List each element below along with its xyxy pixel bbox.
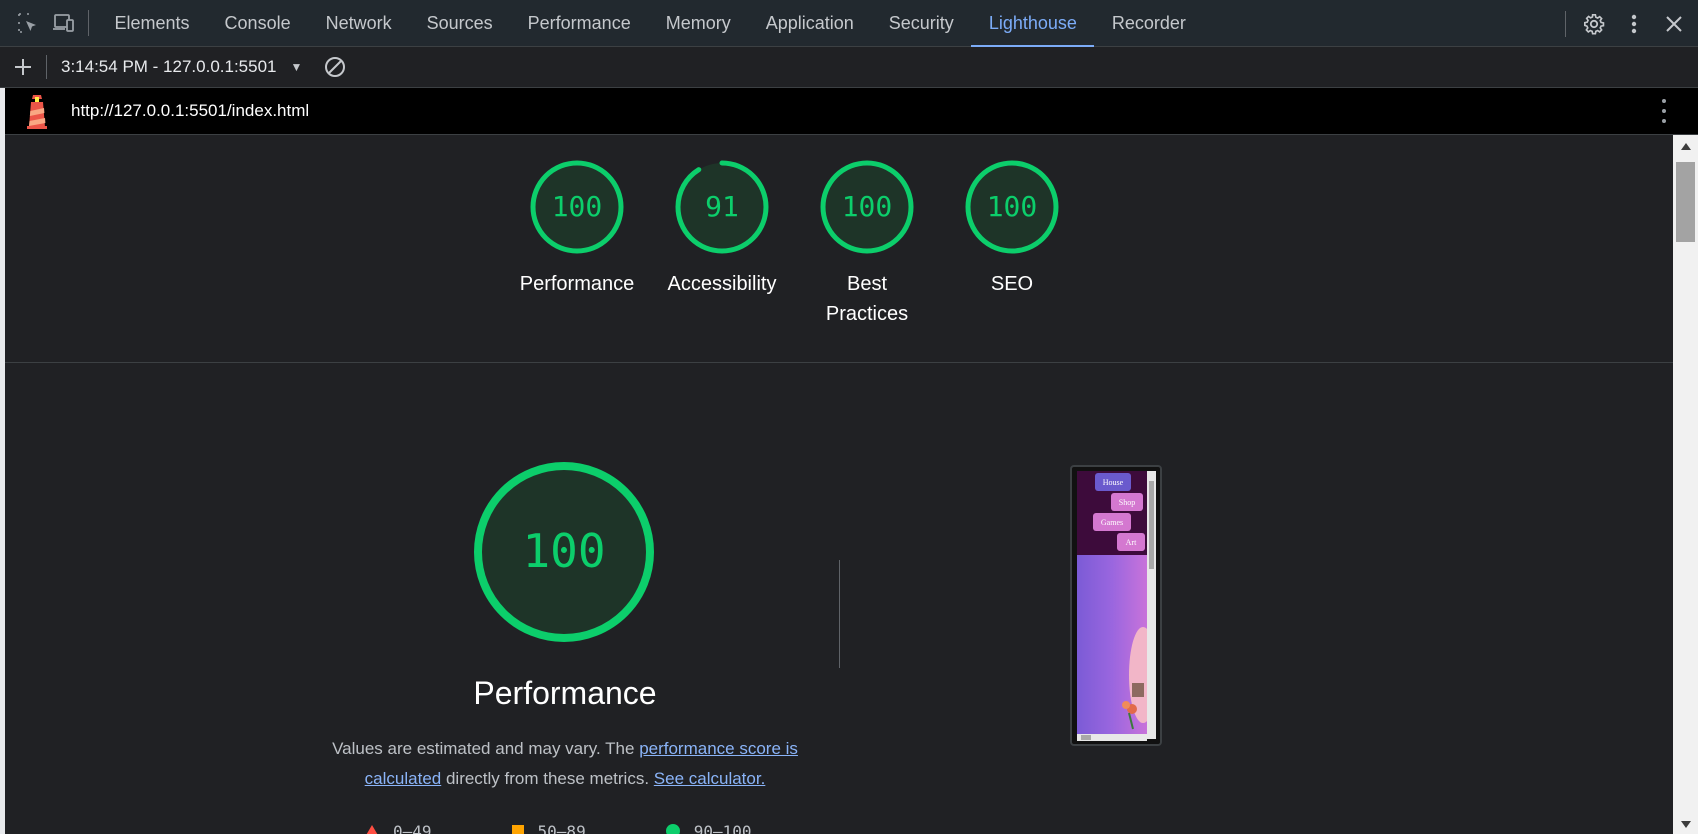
final-screenshot[interactable]: House Shop Games Art <box>1070 465 1162 746</box>
screenshot-nav-shop: Shop <box>1111 493 1143 511</box>
new-report-button[interactable] <box>0 47 46 88</box>
tab-recorder[interactable]: Recorder <box>1094 0 1203 47</box>
devtools-tabbar: Elements Console Network Sources Performance… <box>0 0 1698 47</box>
see-calculator-link[interactable]: See calculator. <box>654 769 766 788</box>
section-divider <box>5 362 1673 363</box>
tab-network[interactable]: Network <box>308 0 409 47</box>
performance-description: Values are estimated and may vary. The p… <box>315 734 815 794</box>
block-icon[interactable] <box>324 56 346 78</box>
gauge-ring: 91 <box>675 160 769 254</box>
tab-security[interactable]: Security <box>871 0 971 47</box>
tab-memory[interactable]: Memory <box>648 0 748 47</box>
screenshot-nav-art: Art <box>1117 533 1145 551</box>
report-url: http://127.0.0.1:5501/index.html <box>71 101 310 120</box>
gauge-score: 100 <box>552 190 603 223</box>
gear-icon[interactable] <box>1574 0 1614 47</box>
kebab-menu-icon[interactable] <box>1614 0 1654 47</box>
tab-elements[interactable]: Elements <box>97 0 207 47</box>
screenshot-viewport: House Shop Games Art <box>1077 471 1147 739</box>
score-legend: 0–49 50–89 90–100 <box>365 822 832 834</box>
desc-middle: directly from these metrics. <box>441 769 654 788</box>
device-toolbar-icon[interactable] <box>46 0 82 47</box>
performance-title: Performance <box>473 675 657 711</box>
gauge-score: 91 <box>705 190 739 223</box>
gauge-performance[interactable]: 100 Performance <box>517 159 637 299</box>
performance-score-gauge[interactable]: 100 <box>472 460 656 644</box>
scroll-down-arrow[interactable] <box>1681 821 1691 828</box>
caret-down-icon: ▼ <box>290 60 303 74</box>
scroll-thumb[interactable] <box>1676 162 1695 242</box>
toolbar-divider <box>46 55 47 79</box>
toolbar-divider <box>88 10 89 36</box>
report-scrollbar[interactable] <box>1673 135 1698 834</box>
screenshot-hero <box>1077 555 1147 739</box>
tab-sources[interactable]: Sources <box>409 0 510 47</box>
screenshot-nav-games: Games <box>1093 513 1131 531</box>
gauge-label: Best Practices <box>825 273 909 325</box>
report-selector[interactable]: 3:14:54 PM - 127.0.0.1:5501 ▼ <box>61 57 302 77</box>
tab-console[interactable]: Console <box>207 0 308 47</box>
gauge-ring: 100 <box>965 160 1059 254</box>
report-content: 100 Performance 91 Accessibility 100 Best Pra… <box>5 135 1673 834</box>
gauge-label: Performance <box>519 273 635 295</box>
fail-triangle-icon <box>366 825 378 834</box>
gauge-ring: 100 <box>820 160 914 254</box>
legend-range: 90–100 <box>693 821 752 834</box>
hero-illustration <box>1122 627 1147 730</box>
legend-range: 0–49 <box>393 821 432 834</box>
tab-application[interactable]: Application <box>748 0 871 47</box>
tab-performance[interactable]: Performance <box>510 0 648 47</box>
close-icon[interactable] <box>1654 0 1694 47</box>
desc-prefix: Values are estimated and may vary. The <box>332 739 640 758</box>
panel-tabs: Elements Console Network Sources Performance… <box>97 0 1203 47</box>
report-url-bar: http://127.0.0.1:5501/index.html <box>5 88 1698 135</box>
gauge-score: 100 <box>842 190 893 223</box>
screenshot-scrollbar <box>1147 471 1156 739</box>
vertical-divider <box>839 560 840 668</box>
scroll-up-arrow[interactable] <box>1681 143 1691 150</box>
actions-divider <box>1565 10 1566 37</box>
tab-lighthouse[interactable]: Lighthouse <box>971 0 1095 47</box>
tabbar-actions <box>1565 0 1698 47</box>
score-gauges: 100 Performance 91 Accessibility 100 Best Pra… <box>5 159 1673 359</box>
pass-circle-icon <box>665 824 680 834</box>
gauge-label: SEO <box>990 273 1034 295</box>
lighthouse-toolbar: 3:14:54 PM - 127.0.0.1:5501 ▼ <box>0 47 1698 88</box>
plus-icon <box>15 59 31 75</box>
report-selector-label: 3:14:54 PM - 127.0.0.1:5501 <box>61 57 277 76</box>
performance-score-value: 100 <box>522 524 605 578</box>
lighthouse-logo-icon <box>27 95 47 129</box>
gauge-seo[interactable]: 100 SEO <box>952 159 1072 299</box>
kebab-menu-icon[interactable] <box>1658 96 1670 126</box>
legend-item: 0–49 <box>365 822 432 834</box>
gauge-ring: 100 <box>530 160 624 254</box>
legend-item: 50–89 <box>511 821 586 834</box>
screenshot-nav-house: House <box>1095 473 1131 491</box>
gauge-best-practices[interactable]: 100 Best Practices <box>807 159 927 329</box>
inspect-element-icon[interactable] <box>10 0 46 47</box>
legend-item: 90–100 <box>665 821 752 834</box>
legend-range: 50–89 <box>537 821 586 834</box>
gauge-label: Accessibility <box>667 273 777 295</box>
screenshot-hscrollbar <box>1077 734 1147 741</box>
gauge-accessibility[interactable]: 91 Accessibility <box>662 159 782 299</box>
average-square-icon <box>511 825 524 834</box>
gauge-score: 100 <box>987 190 1038 223</box>
